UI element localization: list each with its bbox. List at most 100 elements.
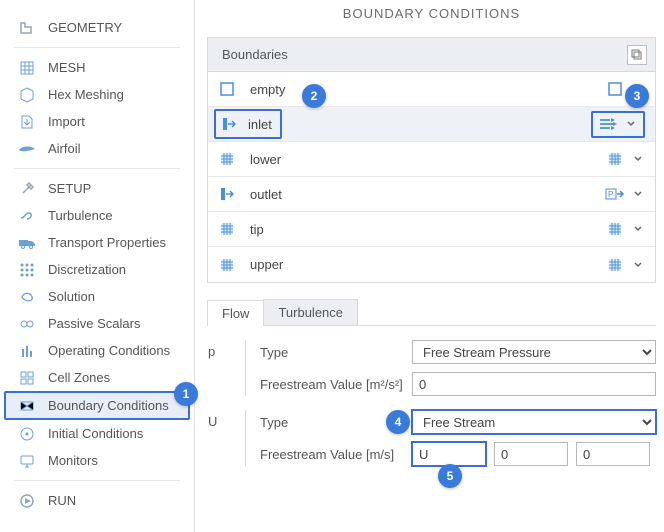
sidebar-label: Monitors — [48, 453, 98, 468]
import-icon — [18, 113, 36, 131]
sidebar-label: SETUP — [48, 181, 91, 196]
boundary-name: inlet — [248, 117, 272, 132]
boundary-row-tip[interactable]: tip — [208, 212, 655, 247]
main-panel: BOUNDARY CONDITIONS Boundaries empty inl… — [195, 0, 664, 532]
tab-turbulence[interactable]: Turbulence — [263, 299, 358, 325]
sidebar-item-hex-meshing[interactable]: Hex Meshing — [0, 81, 194, 108]
sidebar-label: RUN — [48, 493, 76, 508]
boundary-name: upper — [250, 257, 605, 272]
p-freestream-label: Freestream Value [m²/s²] — [260, 377, 412, 392]
setup-icon — [18, 180, 36, 198]
sidebar-label: Import — [48, 114, 85, 129]
chevron-down-icon[interactable] — [631, 187, 645, 201]
sidebar-label: Airfoil — [48, 141, 81, 156]
chevron-down-icon[interactable] — [624, 117, 638, 131]
sidebar-item-initial-conditions[interactable]: Initial Conditions — [0, 420, 194, 447]
boundary-row-inlet[interactable]: inlet 2 3 — [208, 107, 655, 142]
callout-5: 5 — [438, 464, 462, 488]
sidebar-item-boundary-conditions[interactable]: Boundary Conditions — [4, 391, 190, 420]
sidebar-item-passive-scalars[interactable]: Passive Scalars — [0, 310, 194, 337]
cell-zones-icon — [18, 369, 36, 387]
callout-2: 2 — [302, 84, 326, 108]
discretization-icon — [18, 261, 36, 279]
sidebar-item-mesh[interactable]: MESH — [0, 54, 194, 81]
sidebar-item-setup[interactable]: SETUP — [0, 175, 194, 202]
sidebar-item-discretization[interactable]: Discretization — [0, 256, 194, 283]
wall-icon — [218, 150, 236, 168]
u-vx-input[interactable] — [412, 442, 486, 466]
wall-type-icon[interactable] — [605, 151, 625, 168]
u-vy-input[interactable] — [494, 442, 568, 466]
u-type-select[interactable]: Free Stream — [412, 410, 656, 434]
sidebar-item-solution[interactable]: Solution — [0, 283, 194, 310]
sidebar-item-cell-zones[interactable]: Cell Zones — [0, 364, 194, 391]
boundaries-title: Boundaries — [222, 47, 288, 62]
sidebar-item-monitors[interactable]: Monitors — [0, 447, 194, 474]
empty-type-icon[interactable] — [605, 81, 625, 98]
sidebar-item-transport-properties[interactable]: Transport Properties — [0, 229, 194, 256]
geometry-icon — [18, 19, 36, 37]
sidebar-label: Cell Zones — [48, 370, 110, 385]
form-area: p Type Free Stream Pressure Freestream V… — [207, 326, 656, 466]
boundary-name: lower — [250, 152, 605, 167]
boundary-row-lower[interactable]: lower — [208, 142, 655, 177]
sidebar-item-turbulence[interactable]: Turbulence — [0, 202, 194, 229]
boundary-row-upper[interactable]: upper — [208, 247, 655, 282]
chevron-down-icon[interactable] — [631, 222, 645, 236]
p-type-label: Type — [260, 345, 412, 360]
sidebar-label: MESH — [48, 60, 86, 75]
wall-type-icon[interactable] — [605, 221, 625, 238]
p-type-select[interactable]: Free Stream Pressure — [412, 340, 656, 364]
sidebar-label: Turbulence — [48, 208, 113, 223]
sidebar-label: GEOMETRY — [48, 20, 122, 35]
operating-conditions-icon — [18, 342, 36, 360]
chevron-down-icon[interactable] — [631, 152, 645, 166]
u-group: U Type Free Stream 4 Freestream Value [m… — [245, 410, 656, 466]
outlet-icon — [218, 185, 236, 203]
copy-button[interactable] — [627, 45, 647, 65]
svg-text:P: P — [608, 190, 613, 199]
chevron-down-icon[interactable] — [631, 258, 645, 272]
u-vz-input[interactable] — [576, 442, 650, 466]
wall-icon — [218, 220, 236, 238]
wall-icon — [218, 256, 236, 274]
sidebar: GEOMETRY MESH Hex Meshing Import Airfoil… — [0, 0, 195, 532]
pressure-outlet-type-icon[interactable]: P — [605, 186, 625, 203]
sidebar-item-operating-conditions[interactable]: Operating Conditions — [0, 337, 194, 364]
sidebar-item-airfoil[interactable]: Airfoil — [0, 135, 194, 162]
sidebar-item-import[interactable]: Import — [0, 108, 194, 135]
variable-p-label: p — [208, 344, 236, 359]
tab-flow[interactable]: Flow — [207, 300, 264, 326]
wall-type-icon[interactable] — [605, 256, 625, 273]
empty-plane-icon — [218, 80, 236, 98]
freestream-type-icon[interactable] — [598, 116, 618, 133]
hex-meshing-icon — [18, 86, 36, 104]
callout-3: 3 — [625, 84, 649, 108]
inlet-icon — [220, 115, 238, 133]
boundaries-panel: Boundaries empty inlet 2 — [207, 37, 656, 283]
boundary-row-empty[interactable]: empty — [208, 72, 655, 107]
sidebar-label: Passive Scalars — [48, 316, 140, 331]
boundary-name: outlet — [250, 187, 605, 202]
airfoil-icon — [18, 140, 36, 158]
sidebar-label: Discretization — [48, 262, 126, 277]
sidebar-label: Transport Properties — [48, 235, 166, 250]
boundary-conditions-icon — [18, 397, 36, 415]
sidebar-label: Boundary Conditions — [48, 398, 169, 413]
run-icon — [18, 492, 36, 510]
bc-tabs: Flow Turbulence — [207, 299, 656, 326]
solution-icon — [18, 288, 36, 306]
callout-1: 1 — [174, 382, 198, 406]
boundary-name: tip — [250, 222, 605, 237]
u-freestream-label: Freestream Value [m/s] — [260, 447, 412, 462]
boundary-row-outlet[interactable]: outlet P — [208, 177, 655, 212]
sidebar-item-run[interactable]: RUN — [0, 487, 194, 514]
turbulence-icon — [18, 207, 36, 225]
p-freestream-input[interactable] — [412, 372, 656, 396]
page-title: BOUNDARY CONDITIONS — [207, 0, 656, 37]
mesh-icon — [18, 59, 36, 77]
sidebar-label: Solution — [48, 289, 95, 304]
variable-u-label: U — [208, 414, 236, 429]
transport-icon — [18, 234, 36, 252]
sidebar-item-geometry[interactable]: GEOMETRY — [0, 14, 194, 41]
